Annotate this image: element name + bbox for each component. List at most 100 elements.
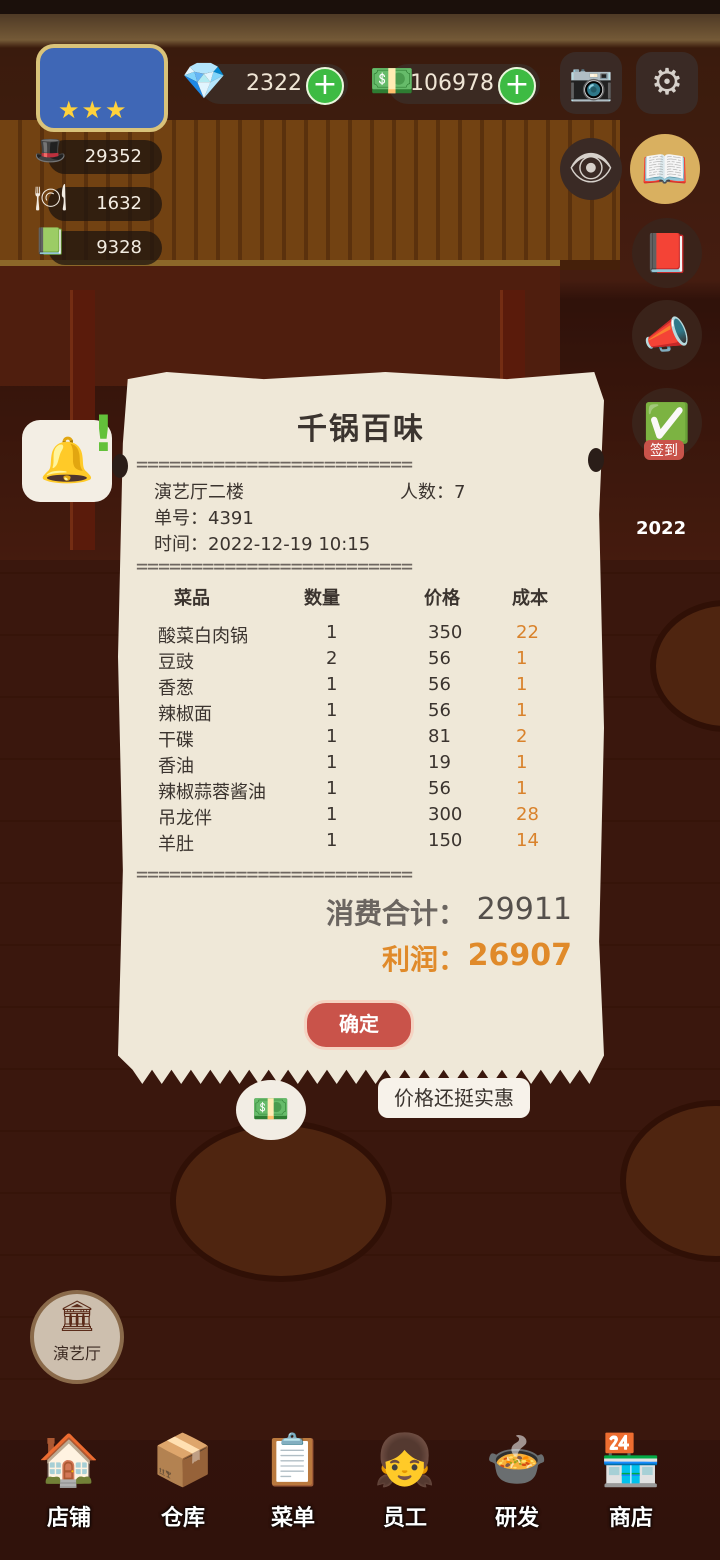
add-gems-button[interactable]: + [306, 67, 344, 105]
cash-value: 106978 [410, 71, 494, 96]
shop-icon: 🏠 [37, 1431, 101, 1489]
star-rating-icon: ★★★ [58, 96, 129, 124]
item-cost: 14 [516, 830, 539, 851]
event-2022-badge[interactable]: 2022 [636, 518, 686, 539]
nav-warehouse[interactable]: 📦 仓库 [128, 1420, 238, 1550]
profit-label: 利润： [381, 943, 466, 976]
item-name: 辣椒蒜蓉酱油 [158, 782, 266, 803]
cash-counter[interactable]: 💵 106978 + [370, 61, 540, 105]
item-qty: 1 [326, 778, 338, 799]
nav-label: 员工 [382, 1506, 427, 1531]
item-price: 56 [428, 700, 451, 721]
eye-icon[interactable]: 👁 [560, 138, 622, 200]
item-price: 56 [428, 674, 451, 695]
research-icon: 🍲 [485, 1431, 549, 1489]
cash-tip-icon[interactable]: 💵 [236, 1080, 306, 1140]
megaphone-icon[interactable]: 📣 [632, 300, 702, 370]
item-cost: 1 [516, 674, 528, 695]
profit-value: 26907 [467, 938, 572, 973]
item-qty: 1 [326, 830, 338, 851]
item-qty: 1 [326, 726, 338, 747]
settings-gear-icon[interactable]: ⚙ [636, 52, 698, 114]
item-cost: 28 [516, 804, 539, 825]
item-qty: 1 [326, 622, 338, 643]
hat-icon: 🎩 [34, 136, 67, 166]
table-row: 香油 1 19 1 [118, 752, 604, 778]
staff-icon: 👧 [373, 1431, 437, 1489]
stat-value: 1632 [96, 193, 142, 214]
separator: ========================= [136, 554, 413, 578]
table-row: 羊肚 1 150 14 [118, 830, 604, 856]
camera-icon[interactable]: 📷 [560, 52, 622, 114]
stat-dishes: 🍽 1632 [34, 183, 162, 221]
recipe-book-icon[interactable]: 📕 [632, 218, 702, 288]
nav-store[interactable]: 🏪 商店 [576, 1420, 686, 1550]
item-name: 豆豉 [158, 652, 194, 673]
location-text: 演艺厅二楼 [154, 482, 244, 503]
table-row: 干碟 1 81 2 [118, 726, 604, 752]
item-qty: 1 [326, 674, 338, 695]
add-cash-button[interactable]: + [498, 67, 536, 105]
nav-staff[interactable]: 👧 员工 [350, 1420, 460, 1550]
item-price: 150 [428, 830, 463, 851]
item-qty: 1 [326, 804, 338, 825]
nav-research[interactable]: 🍲 研发 [462, 1420, 572, 1550]
store-icon: 🏪 [599, 1431, 663, 1489]
table-row: 香葱 1 56 1 [118, 674, 604, 700]
alert-icon: ! [92, 405, 115, 463]
stat-books: 📗 9328 [34, 227, 162, 265]
item-price: 350 [428, 622, 463, 643]
header-qty: 数量 [304, 588, 340, 609]
item-name: 干碟 [158, 730, 194, 751]
item-name: 酸菜白肉锅 [158, 626, 248, 647]
bill-receipt: 千锅百味 ========================= 演艺厅二楼 人数：… [118, 372, 604, 1084]
item-name: 羊肚 [158, 834, 194, 855]
item-name: 香油 [158, 756, 194, 777]
nav-menu[interactable]: 📋 菜单 [238, 1420, 348, 1550]
item-qty: 2 [326, 648, 338, 669]
item-price: 19 [428, 752, 451, 773]
menu-icon: 📋 [261, 1431, 325, 1489]
table-row: 吊龙伴 1 300 28 [118, 804, 604, 830]
header-dish: 菜品 [174, 588, 210, 609]
item-qty: 1 [326, 752, 338, 773]
bottom-navigation: 🏠 店铺 📦 仓库 📋 菜单 👧 员工 🍲 研发 🏪 商店 [0, 1420, 720, 1560]
receipt-hole [588, 448, 604, 472]
performance-hall-button[interactable]: 🏛 演艺厅 [30, 1290, 124, 1384]
nav-label: 菜单 [270, 1506, 315, 1531]
table-row: 辣椒面 1 56 1 [118, 700, 604, 726]
nav-label: 商店 [608, 1506, 653, 1531]
cloche-icon: 🍽 [34, 183, 68, 213]
table-row: 辣椒蒜蓉酱油 1 56 1 [118, 778, 604, 804]
item-price: 56 [428, 648, 451, 669]
item-price: 81 [428, 726, 451, 747]
order-time: 时间：2022-12-19 10:15 [154, 534, 371, 555]
book-icon: 📗 [34, 227, 67, 257]
item-cost: 1 [516, 648, 528, 669]
table-row: 豆豉 2 56 1 [118, 648, 604, 674]
stat-value: 9328 [96, 237, 142, 258]
nav-label: 店铺 [46, 1506, 91, 1531]
checkin-label[interactable]: 签到 [644, 440, 684, 460]
item-price: 300 [428, 804, 463, 825]
gem-counter[interactable]: 💎 2322 + [182, 61, 348, 105]
people-count: 人数：7 [400, 482, 466, 503]
total-value: 29911 [476, 892, 572, 927]
warehouse-icon: 📦 [151, 1431, 215, 1489]
nav-shop[interactable]: 🏠 店铺 [14, 1420, 124, 1550]
confirm-button[interactable]: 确定 [304, 1000, 414, 1050]
item-cost: 22 [516, 622, 539, 643]
item-name: 辣椒面 [158, 704, 212, 725]
room-label: 演艺厅 [52, 1344, 101, 1363]
hall-icon: 🏛 [57, 1299, 97, 1334]
guide-book-icon[interactable]: 📖 [630, 134, 700, 204]
order-number: 单号：4391 [154, 508, 254, 529]
item-cost: 1 [516, 752, 528, 773]
restaurant-title: 千锅百味 [297, 412, 425, 447]
nav-label: 研发 [494, 1506, 539, 1531]
total-label: 消费合计： [325, 897, 466, 930]
nav-label: 仓库 [160, 1506, 205, 1531]
item-qty: 1 [326, 700, 338, 721]
gem-icon: 💎 [181, 61, 227, 102]
item-cost: 2 [516, 726, 528, 747]
